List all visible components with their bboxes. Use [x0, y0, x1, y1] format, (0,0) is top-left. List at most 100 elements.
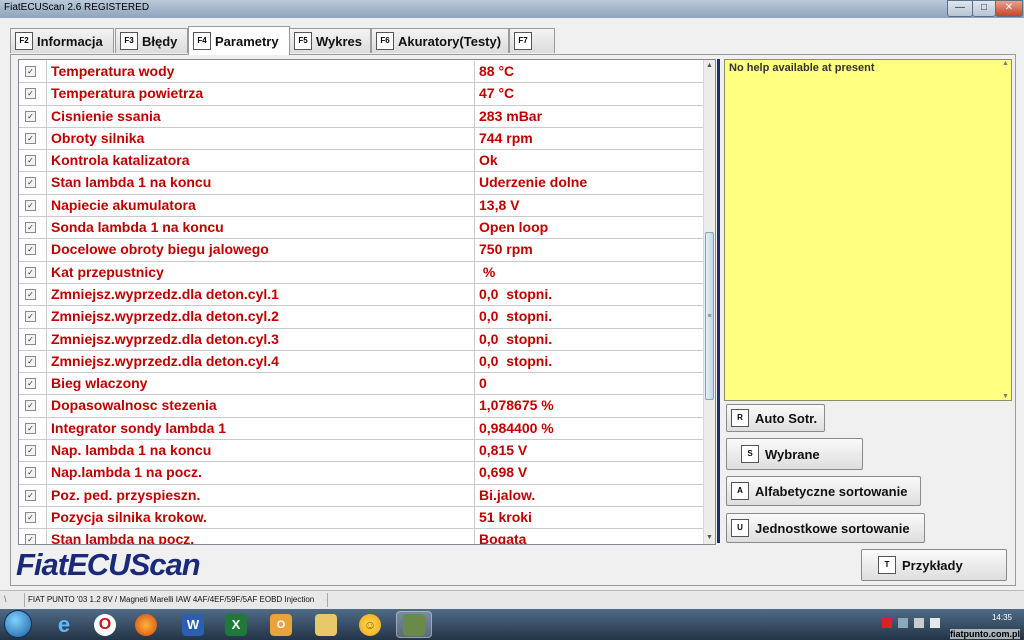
minimize-button[interactable]: — [947, 0, 973, 17]
parameter-checkbox[interactable]: ✓ [25, 244, 36, 256]
parameter-row[interactable]: ✓ Kontrola katalizatora Ok [19, 150, 705, 173]
taskbar-outlook[interactable]: O [263, 611, 299, 638]
parameter-row[interactable]: ✓ Cisnienie ssania 283 mBar [19, 105, 705, 128]
parameter-checkbox[interactable]: ✓ [25, 422, 36, 434]
parameter-value: Open loop [479, 219, 549, 236]
close-button[interactable]: ✕ [995, 0, 1023, 17]
parameter-value: Bi.jalow. [479, 486, 536, 503]
parameter-value: 47 °C [479, 85, 515, 102]
parameter-grid[interactable]: ✓ Temperatura wody 88 °C ✓ Temperatura powie… [18, 59, 716, 545]
parameter-row[interactable]: ✓ Stan lambda na pocz. Bogata [19, 529, 705, 544]
parameter-checkbox[interactable]: ✓ [25, 222, 36, 234]
parameter-row[interactable]: ✓ Zmniejsz.wyprzedz.dla deton.cyl.3 0,0 st… [19, 328, 705, 351]
parameter-checkbox[interactable]: ✓ [25, 155, 36, 167]
parameter-checkbox[interactable]: ✓ [25, 467, 36, 479]
status-bar: \ FIAT PUNTO '03 1.2 8V / Magneti Marell… [0, 590, 1024, 609]
parameter-row[interactable]: ✓ Napiecie akumulatora 13,8 V [19, 194, 705, 218]
parameter-row[interactable]: ✓ Sonda lambda 1 na koncu Open loop [19, 217, 705, 240]
button-label: Jednostkowe sortowanie [755, 520, 910, 536]
parameter-row[interactable]: ✓ Pozycja silnika krokow. 51 kroki [19, 506, 705, 530]
scroll-down-icon[interactable]: ▼ [704, 532, 715, 544]
tab-wykres[interactable]: F5 Wykres [289, 28, 371, 53]
tray-volume-icon[interactable] [914, 618, 924, 628]
parameter-checkbox[interactable]: ✓ [25, 355, 36, 367]
tab-informacja[interactable]: F2 Informacja [10, 28, 114, 53]
help-scrollbar[interactable]: ▲ ▼ [1000, 60, 1011, 400]
parameter-name: Zmniejsz.wyprzedz.dla deton.cyl.4 [51, 352, 279, 369]
parameter-row[interactable]: ✓ Obroty silnika 744 rpm [19, 127, 705, 151]
tray-alert-icon[interactable] [882, 618, 892, 628]
scroll-up-icon[interactable]: ▲ [704, 60, 715, 72]
scroll-up-icon[interactable]: ▲ [1000, 60, 1011, 67]
unit-sort-button[interactable]: U Jednostkowe sortowanie [726, 513, 925, 543]
column-divider [474, 529, 475, 544]
parameter-row[interactable]: ✓ Docelowe obroty biegu jalowego 750 rpm [19, 239, 705, 262]
parameter-name: Zmniejsz.wyprzedz.dla deton.cyl.1 [51, 285, 279, 302]
parameter-checkbox[interactable]: ✓ [25, 378, 36, 390]
parameter-row[interactable]: ✓ Kat przepustnicy % [19, 261, 705, 284]
alphabetical-sort-button[interactable]: A Alfabetyczne sortowanie [726, 476, 921, 506]
scroll-thumb[interactable]: ≡ [705, 232, 714, 400]
fiatecuscan-logo: FiatECUScan [16, 547, 201, 582]
parameter-row[interactable]: ✓ Stan lambda 1 na koncu Uderzenie dolne [19, 172, 705, 195]
parameter-value: 0,0 stopni. [479, 330, 553, 347]
parameter-row[interactable]: ✓ Zmniejsz.wyprzedz.dla deton.cyl.4 0,0 st… [19, 350, 705, 374]
parameter-checkbox[interactable]: ✓ [25, 266, 36, 278]
taskbar-fiatecuscan[interactable] [396, 611, 432, 638]
parameter-row[interactable]: ✓ Zmniejsz.wyprzedz.dla deton.cyl.1 0,0 st… [19, 283, 705, 307]
maximize-button[interactable]: □ [972, 0, 996, 17]
column-divider [474, 172, 475, 194]
parameter-checkbox[interactable]: ✓ [25, 511, 36, 523]
taskbar-word[interactable]: W [175, 611, 211, 638]
column-divider [474, 395, 475, 417]
parameter-checkbox[interactable]: ✓ [25, 177, 36, 189]
parameter-checkbox[interactable]: ✓ [25, 400, 36, 412]
start-button[interactable] [4, 610, 32, 638]
tab-bledy[interactable]: F3 Błędy [115, 28, 188, 53]
parameter-row[interactable]: ✓ Temperatura powietrza 47 °C [19, 83, 705, 106]
parameter-checkbox[interactable]: ✓ [25, 66, 36, 77]
parameter-checkbox[interactable]: ✓ [25, 534, 36, 544]
tab-f7[interactable]: F7 [509, 28, 555, 53]
parameter-row[interactable]: ✓ Zmniejsz.wyprzedz.dla deton.cyl.2 0,0 st… [19, 306, 705, 329]
panel-divider[interactable] [717, 59, 720, 543]
parameter-row[interactable]: ✓ Poz. ped. przyspieszn. Bi.jalow. [19, 484, 705, 507]
parameter-checkbox[interactable]: ✓ [25, 489, 36, 501]
grid-scrollbar[interactable]: ▲ ≡ ▼ [703, 60, 715, 544]
clock[interactable]: 14:35 [992, 613, 1012, 622]
parameter-checkbox[interactable]: ✓ [25, 110, 36, 122]
taskbar-messenger[interactable]: ☺ [352, 611, 388, 638]
parameter-row[interactable]: ✓ Bieg wlaczony 0 [19, 373, 705, 396]
tab-akuratory[interactable]: F6 Akuratory(Testy) [371, 28, 509, 53]
outlook-icon: O [270, 613, 292, 636]
parameter-checkbox[interactable]: ✓ [25, 88, 36, 100]
parameter-row[interactable]: ✓ Temperatura wody 88 °C [19, 61, 705, 84]
auto-sort-button[interactable]: R Auto Sotr. [726, 404, 825, 432]
tray-flag-icon[interactable] [930, 618, 940, 628]
parameter-value: 283 mBar [479, 107, 543, 124]
selected-button[interactable]: S Wybrane [726, 438, 863, 470]
parameter-row[interactable]: ✓ Nap. lambda 1 na koncu 0,815 V [19, 440, 705, 463]
examples-button[interactable]: T Przykłady [861, 549, 1007, 581]
taskbar-excel[interactable]: X [218, 611, 254, 638]
tab-parametry[interactable]: F4 Parametry [188, 26, 290, 55]
parameter-checkbox[interactable]: ✓ [25, 445, 36, 457]
tray-network-icon[interactable] [898, 618, 908, 628]
parameter-row[interactable]: ✓ Nap.lambda 1 na pocz. 0,698 V [19, 462, 705, 485]
parameter-name: Bieg wlaczony [51, 375, 148, 392]
parameter-row[interactable]: ✓ Dopasowalnosc stezenia 1,078675 % [19, 395, 705, 418]
parameter-row[interactable]: ✓ Integrator sondy lambda 1 0,984400 % [19, 417, 705, 441]
parameter-checkbox[interactable]: ✓ [25, 311, 36, 323]
parameter-checkbox[interactable]: ✓ [25, 333, 36, 345]
parameter-checkbox[interactable]: ✓ [25, 199, 36, 211]
scroll-down-icon[interactable]: ▼ [1000, 393, 1011, 400]
word-icon: W [182, 613, 204, 636]
column-divider [474, 127, 475, 150]
taskbar-ie[interactable]: e [46, 611, 82, 638]
taskbar-firefox[interactable] [128, 611, 164, 638]
parameter-checkbox[interactable]: ✓ [25, 132, 36, 144]
parameter-checkbox[interactable]: ✓ [25, 288, 36, 300]
taskbar-opera[interactable]: O [87, 611, 123, 638]
column-divider [474, 150, 475, 172]
taskbar-explorer[interactable] [308, 611, 344, 638]
